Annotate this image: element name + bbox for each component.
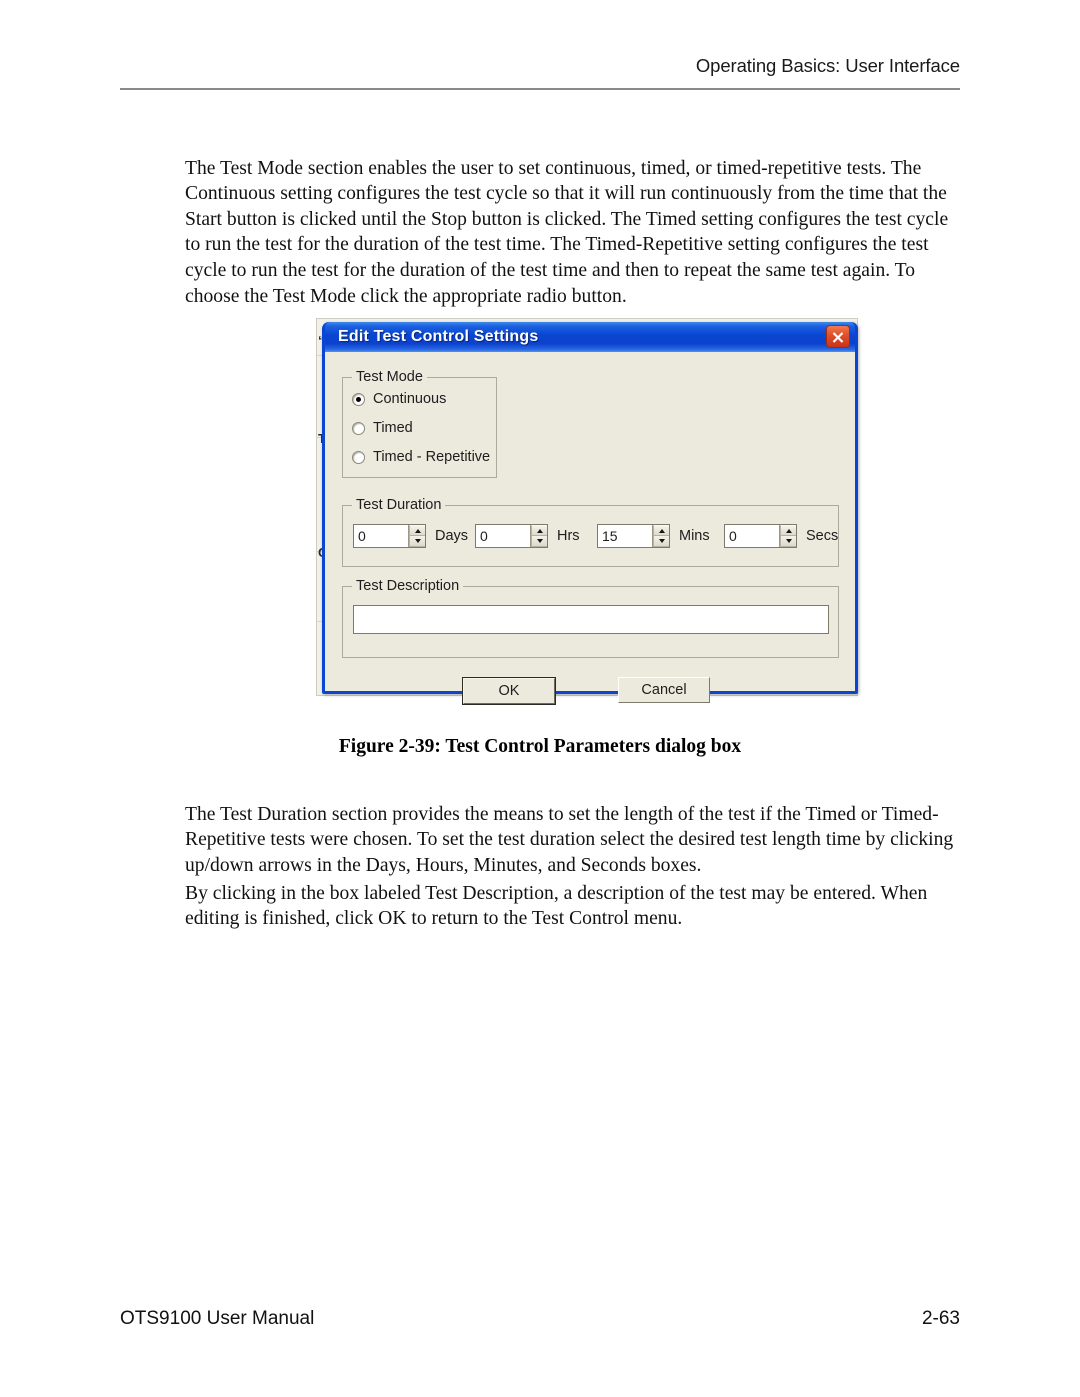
dialog-title: Edit Test Control Settings (338, 328, 539, 345)
minutes-value[interactable]: 15 (598, 525, 652, 547)
hours-spin-buttons[interactable] (530, 525, 547, 547)
edit-test-control-settings-dialog[interactable]: Edit Test Control Settings Test Mode Con… (322, 322, 858, 705)
radio-timed-repetitive-mark[interactable] (352, 450, 365, 464)
paragraph-intro: The Test Mode section enables the user t… (185, 157, 949, 307)
document-page: Operating Basics: User Interface The Tes… (0, 0, 1080, 1397)
test-mode-group: Test Mode Continuous Timed Timed - Repet… (342, 369, 497, 478)
header-divider (120, 88, 960, 90)
page-footer: OTS9100 User Manual 2-63 (120, 1308, 960, 1330)
seconds-spinner[interactable]: 0 (724, 524, 797, 548)
dialog-titlebar[interactable]: Edit Test Control Settings (325, 322, 855, 352)
radio-timed-mark[interactable] (352, 421, 365, 435)
days-value[interactable]: 0 (354, 525, 408, 547)
minutes-unit-label: Mins (679, 528, 710, 544)
minutes-spin-buttons[interactable] (652, 525, 669, 547)
days-unit-label: Days (435, 528, 469, 544)
test-description-input[interactable] (353, 605, 829, 634)
page-header: Operating Basics: User Interface (120, 55, 960, 82)
paragraph-test-description: By clicking in the box labeled Test Desc… (185, 882, 928, 930)
hours-spinner[interactable]: 0 (475, 524, 548, 548)
duration-minutes-stepper[interactable]: 15 Mins (597, 524, 710, 548)
close-icon[interactable] (826, 325, 850, 348)
days-spin-down-icon[interactable] (409, 536, 425, 547)
radio-timed[interactable]: Timed (352, 420, 413, 436)
duration-seconds-stepper[interactable]: 0 Secs (724, 524, 838, 548)
duration-days-stepper[interactable]: 0 Days (353, 524, 468, 548)
seconds-unit-label: Secs (806, 528, 839, 544)
test-description-group: Test Description (342, 578, 839, 658)
page-header-text: Operating Basics: User Interface (695, 55, 960, 76)
radio-continuous[interactable]: Continuous (352, 391, 446, 407)
figure-caption: Figure 2-39: Test Control Parameters dia… (338, 736, 742, 757)
cancel-button[interactable]: Cancel (618, 677, 710, 703)
test-duration-group-label: Test Duration (352, 497, 446, 513)
test-duration-group: Test Duration 0 Days 0 Hrs 15 Mins 0 Sec… (342, 497, 839, 567)
days-spinner[interactable]: 0 (353, 524, 426, 548)
seconds-value[interactable]: 0 (725, 525, 779, 547)
hours-unit-label: Hrs (557, 528, 580, 544)
hours-value[interactable]: 0 (476, 525, 530, 547)
radio-continuous-mark[interactable] (352, 392, 365, 406)
paragraph-test-duration: The Test Duration section provides the m… (185, 803, 954, 876)
test-mode-group-label: Test Mode (352, 369, 427, 385)
duration-hours-stepper[interactable]: 0 Hrs (475, 524, 580, 548)
hours-spin-down-icon[interactable] (531, 536, 547, 547)
minutes-spin-up-icon[interactable] (653, 525, 669, 536)
radio-timed-repetitive-label: Timed - Repetitive (373, 449, 491, 465)
radio-timed-label: Timed (373, 420, 413, 436)
ok-button[interactable]: OK (462, 677, 556, 705)
days-spin-up-icon[interactable] (409, 525, 425, 536)
radio-timed-repetitive[interactable]: Timed - Repetitive (352, 449, 490, 465)
seconds-spin-down-icon[interactable] (780, 536, 796, 547)
seconds-spin-buttons[interactable] (779, 525, 796, 547)
days-spin-buttons[interactable] (408, 525, 425, 547)
seconds-spin-up-icon[interactable] (780, 525, 796, 536)
dialog-body: Test Mode Continuous Timed Timed - Repet… (325, 352, 855, 705)
hours-spin-up-icon[interactable] (531, 525, 547, 536)
test-description-group-label: Test Description (352, 578, 464, 594)
footer-page-number: 2-63 (921, 1308, 960, 1329)
minutes-spinner[interactable]: 15 (597, 524, 670, 548)
radio-continuous-label: Continuous (373, 391, 447, 407)
minutes-spin-down-icon[interactable] (653, 536, 669, 547)
footer-manual-name: OTS9100 User Manual (120, 1308, 315, 1329)
